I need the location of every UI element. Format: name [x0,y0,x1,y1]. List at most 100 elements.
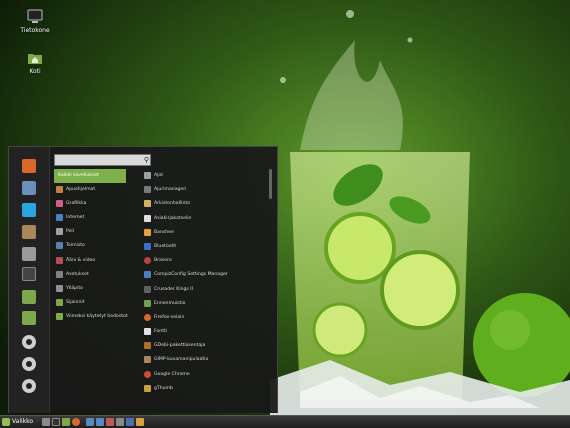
settings-icon[interactable] [22,247,36,261]
category-label: Ääni & video [66,257,96,263]
firefox-icon[interactable] [72,418,80,426]
app-label: CompizConfig Settings Manager [154,272,228,278]
category-item-all[interactable]: Kaikki sovellukset [54,169,126,184]
app-icon [144,328,151,336]
app-label: Google Chrome [154,371,190,377]
firefox-icon[interactable] [22,159,36,173]
skype-icon[interactable] [22,203,36,217]
app-icon [144,342,151,350]
category-label: Ylläpito [66,285,83,291]
folder-icon[interactable] [22,311,36,325]
app-item[interactable]: Firefox-selain [142,311,268,325]
app-item[interactable]: Banshee [142,226,268,240]
menu-button[interactable]: Valikko [2,417,33,427]
app-icon [144,228,151,236]
lock-screen-icon[interactable] [22,335,36,349]
app-icon [144,200,151,208]
category-label: Apuohjelmat [66,187,96,193]
app-item[interactable]: Google Chrome [142,368,268,382]
files-icon[interactable] [22,290,36,304]
window-icon[interactable] [106,418,114,426]
app-icon [144,299,151,307]
recent-files-icon [56,312,63,320]
category-item[interactable]: Ääni & video [54,254,126,268]
application-list: Ajot Ajurimanageri Arkistonhallinta Asia… [142,169,268,396]
terminal-icon[interactable] [22,267,36,281]
app-item[interactable]: GDebi-pakettiasentaja [142,339,268,353]
bluetooth-icon [144,242,151,250]
gimp-icon[interactable] [22,225,36,239]
app-label: Crusader Kings II [154,286,193,292]
app-label: GDebi-pakettiasentaja [154,343,206,349]
app-label: Asiakirjakatselin [154,215,192,221]
graphics-icon [56,200,63,208]
gimp-icon [144,356,151,364]
app-item[interactable]: Arkistonhallinta [142,197,268,211]
preferences-icon [56,270,63,278]
app-item[interactable]: GIMP-kuvamanipulaatio [142,353,268,367]
category-label: Sijainnit [66,299,85,305]
accessories-icon [56,186,63,194]
administration-icon [56,284,63,292]
shutdown-icon[interactable] [22,379,36,393]
app-icon [144,186,151,194]
search-input[interactable]: ⚲ [54,154,151,166]
category-item[interactable]: Peli [54,225,126,239]
app-item[interactable]: Fontti [142,325,268,339]
window-icon[interactable] [96,418,104,426]
category-item[interactable]: Sijainnit [54,296,126,310]
app-item[interactable]: Brasero [142,254,268,268]
internet-icon [56,214,63,222]
menu-scrollbar[interactable] [269,169,272,199]
app-icon [144,257,151,265]
app-item[interactable]: CompizConfig Settings Manager [142,268,268,282]
category-label: Asetukset [66,271,89,277]
app-label: Banshee [154,229,174,235]
app-item[interactable]: Bluetooth [142,240,268,254]
show-desktop-icon[interactable] [42,418,50,426]
app-label: Brasero [154,258,172,264]
category-item[interactable]: Asetukset [54,268,126,282]
app-icon [144,271,151,279]
category-item[interactable]: Internet [54,211,126,225]
category-item[interactable]: Viimeksi käytetyt tiedostot [54,310,128,324]
category-item[interactable]: Apuohjelmat [54,183,126,197]
app-item[interactable]: Asiakirjakatselin [142,212,268,226]
category-label: Internet [66,215,85,221]
app-item[interactable]: Ennenmuistio [142,297,268,311]
window-icon[interactable] [116,418,124,426]
software-manager-icon[interactable] [22,181,36,195]
firefox-icon [144,313,151,321]
app-item[interactable]: Crusader Kings II [142,283,268,297]
logout-icon[interactable] [22,357,36,371]
app-label: GIMP-kuvamanipulaatio [154,357,209,363]
app-item[interactable]: Ajot [142,169,268,183]
places-icon [56,298,63,306]
search-icon: ⚲ [143,156,149,164]
app-label: Ajot [154,173,164,178]
desktop-icon-computer[interactable]: Tietokone [11,9,59,34]
terminal-icon[interactable] [52,418,60,426]
app-icon [144,214,151,222]
computer-icon [27,9,43,23]
favorites-sidebar [9,147,50,413]
app-item[interactable]: gThumb [142,382,268,396]
category-item[interactable]: Ylläpito [54,282,126,296]
files-icon[interactable] [62,418,70,426]
app-label: Arkistonhallinta [154,201,190,207]
app-label: Fontti [154,329,168,335]
category-label: Viimeksi käytetyt tiedostot [66,313,128,319]
window-icon[interactable] [136,418,144,426]
window-icon[interactable] [126,418,134,426]
category-list: Kaikki sovellukset Apuohjelmat Grafiikka… [54,169,128,324]
desktop-icon-home[interactable]: Koti [11,50,59,75]
category-item[interactable]: Grafiikka [54,197,126,211]
category-item[interactable]: Toimisto [54,239,126,253]
app-label: gThumb [154,385,173,391]
menu-button-label: Valikko [12,418,34,425]
app-label: Ajurimanageri [154,187,187,193]
multimedia-icon [56,256,63,264]
app-item[interactable]: Ajurimanageri [142,183,268,197]
games-icon [56,228,63,236]
window-icon[interactable] [86,418,94,426]
